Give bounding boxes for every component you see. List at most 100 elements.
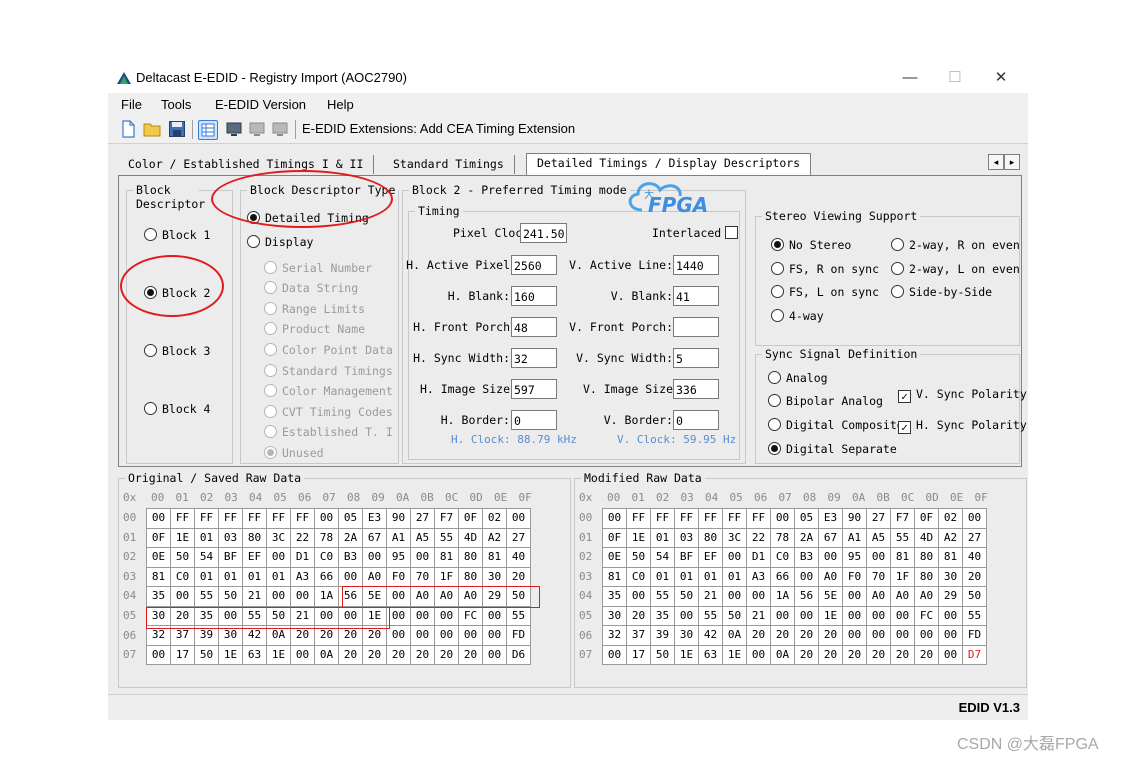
hex-cell[interactable]: 50 — [266, 605, 291, 626]
hex-cell[interactable]: 00 — [890, 605, 915, 626]
open-folder-icon[interactable] — [143, 120, 161, 138]
hex-cell[interactable]: FF — [650, 508, 675, 529]
hex-cell[interactable]: F0 — [842, 566, 867, 587]
hex-cell[interactable]: 1A — [314, 586, 339, 607]
hex-cell[interactable]: 55 — [890, 527, 915, 548]
hex-cell[interactable]: 00 — [410, 605, 435, 626]
hex-cell[interactable]: BF — [218, 547, 243, 568]
h-field-input[interactable]: 597 — [511, 379, 557, 399]
hex-cell[interactable]: 67 — [818, 527, 843, 548]
unused-radio[interactable]: Unused — [264, 446, 324, 460]
hex-cell[interactable]: E3 — [818, 508, 843, 529]
hex-cell[interactable]: 01 — [266, 566, 291, 587]
hex-cell[interactable]: 01 — [194, 566, 219, 587]
hex-cell[interactable]: 0F — [458, 508, 483, 529]
hex-cell[interactable]: 20 — [386, 644, 411, 665]
standard-timings-radio[interactable]: Standard Timings — [264, 364, 393, 378]
menu-tools[interactable]: Tools — [161, 97, 191, 112]
hex-cell[interactable]: 55 — [242, 605, 267, 626]
hex-cell[interactable]: A5 — [410, 527, 435, 548]
hex-cell[interactable]: A0 — [914, 586, 939, 607]
hex-cell[interactable]: 00 — [602, 644, 627, 665]
hex-cell[interactable]: 20 — [338, 625, 363, 646]
pixel-clock-input[interactable]: 241.50 — [520, 223, 567, 243]
hex-cell[interactable]: 00 — [722, 586, 747, 607]
hex-cell[interactable]: 00 — [290, 586, 315, 607]
hex-cell[interactable]: 55 — [650, 586, 675, 607]
hex-cell[interactable]: 81 — [602, 566, 627, 587]
hex-cell[interactable]: 17 — [626, 644, 651, 665]
hex-cell[interactable]: 00 — [482, 625, 507, 646]
hex-cell[interactable]: 00 — [266, 547, 291, 568]
v-field-input[interactable]: 1440 — [673, 255, 719, 275]
hex-cell[interactable]: 81 — [482, 547, 507, 568]
hex-cell[interactable]: 66 — [770, 566, 795, 587]
hex-cell[interactable]: 80 — [242, 527, 267, 548]
hex-cell[interactable]: 00 — [386, 605, 411, 626]
display-grey-icon[interactable] — [248, 120, 266, 138]
hex-cell[interactable]: A0 — [890, 586, 915, 607]
hex-cell[interactable]: 0A — [722, 625, 747, 646]
fs-l-sync-radio[interactable]: FS, L on sync — [771, 285, 879, 299]
hex-cell[interactable]: 00 — [290, 644, 315, 665]
detailed-timing-radio[interactable]: Detailed Timing — [247, 211, 369, 225]
new-file-icon[interactable] — [119, 120, 137, 138]
hex-cell[interactable]: 70 — [410, 566, 435, 587]
fs-r-sync-radio[interactable]: FS, R on sync — [771, 262, 879, 276]
hex-cell[interactable]: 0A — [266, 625, 291, 646]
hex-cell[interactable]: 1E — [218, 644, 243, 665]
serial-number-radio[interactable]: Serial Number — [264, 261, 372, 275]
hex-cell[interactable]: 30 — [938, 566, 963, 587]
hex-cell[interactable]: 35 — [650, 605, 675, 626]
hex-cell[interactable]: 2A — [794, 527, 819, 548]
two-way-l-even-radio[interactable]: 2-way, L on even — [891, 262, 1020, 276]
hex-cell[interactable]: 80 — [698, 527, 723, 548]
hex-cell[interactable]: 00 — [674, 605, 699, 626]
maximize-button[interactable]: ☐ — [935, 67, 975, 89]
hex-cell[interactable]: 00 — [434, 625, 459, 646]
hex-cell[interactable]: 00 — [794, 605, 819, 626]
hex-cell[interactable]: 00 — [146, 644, 171, 665]
hex-cell[interactable]: 00 — [410, 547, 435, 568]
hex-cell[interactable]: F7 — [434, 508, 459, 529]
h-field-input[interactable]: 2560 — [511, 255, 557, 275]
hex-cell[interactable]: 00 — [842, 605, 867, 626]
hex-cell[interactable]: 05 — [338, 508, 363, 529]
grid-view-icon[interactable] — [198, 120, 218, 140]
hex-cell[interactable]: C0 — [170, 566, 195, 587]
minimize-button[interactable]: — — [890, 67, 930, 89]
hex-cell[interactable]: 54 — [194, 547, 219, 568]
hex-cell[interactable]: 3C — [722, 527, 747, 548]
hex-cell[interactable]: 21 — [242, 586, 267, 607]
v-sync-polarity-checkbox[interactable]: ✓ V. Sync Polarity — [898, 387, 1027, 403]
hex-cell[interactable]: 20 — [314, 625, 339, 646]
hex-cell[interactable]: 22 — [290, 527, 315, 548]
hex-cell[interactable]: 0F — [602, 527, 627, 548]
hex-cell[interactable]: 01 — [650, 527, 675, 548]
hex-cell[interactable]: 5E — [362, 586, 387, 607]
hex-cell[interactable]: 00 — [482, 644, 507, 665]
hex-cell[interactable]: 20 — [410, 644, 435, 665]
hex-cell[interactable]: FF — [698, 508, 723, 529]
hex-cell[interactable]: A3 — [746, 566, 771, 587]
hex-cell[interactable]: 95 — [842, 547, 867, 568]
hex-cell[interactable]: 50 — [626, 547, 651, 568]
interlaced-checkbox[interactable] — [725, 226, 738, 239]
hex-cell[interactable]: 00 — [866, 605, 891, 626]
hex-cell[interactable]: 3C — [266, 527, 291, 548]
hex-cell[interactable]: 00 — [362, 547, 387, 568]
hex-cell[interactable]: FC — [914, 605, 939, 626]
block-3-radio[interactable]: Block 3 — [144, 344, 210, 358]
hex-cell[interactable]: B3 — [794, 547, 819, 568]
hex-cell[interactable]: FD — [962, 625, 987, 646]
hex-cell[interactable]: 0E — [602, 547, 627, 568]
two-way-r-even-radio[interactable]: 2-way, R on even — [891, 238, 1020, 252]
hex-cell[interactable]: 00 — [938, 605, 963, 626]
hex-cell[interactable]: 01 — [674, 566, 699, 587]
hex-cell[interactable]: 39 — [650, 625, 675, 646]
hex-cell[interactable]: 1E — [674, 644, 699, 665]
hex-cell[interactable]: 42 — [698, 625, 723, 646]
hex-cell[interactable]: 81 — [938, 547, 963, 568]
hex-cell[interactable]: 00 — [338, 566, 363, 587]
data-string-radio[interactable]: Data String — [264, 281, 358, 295]
